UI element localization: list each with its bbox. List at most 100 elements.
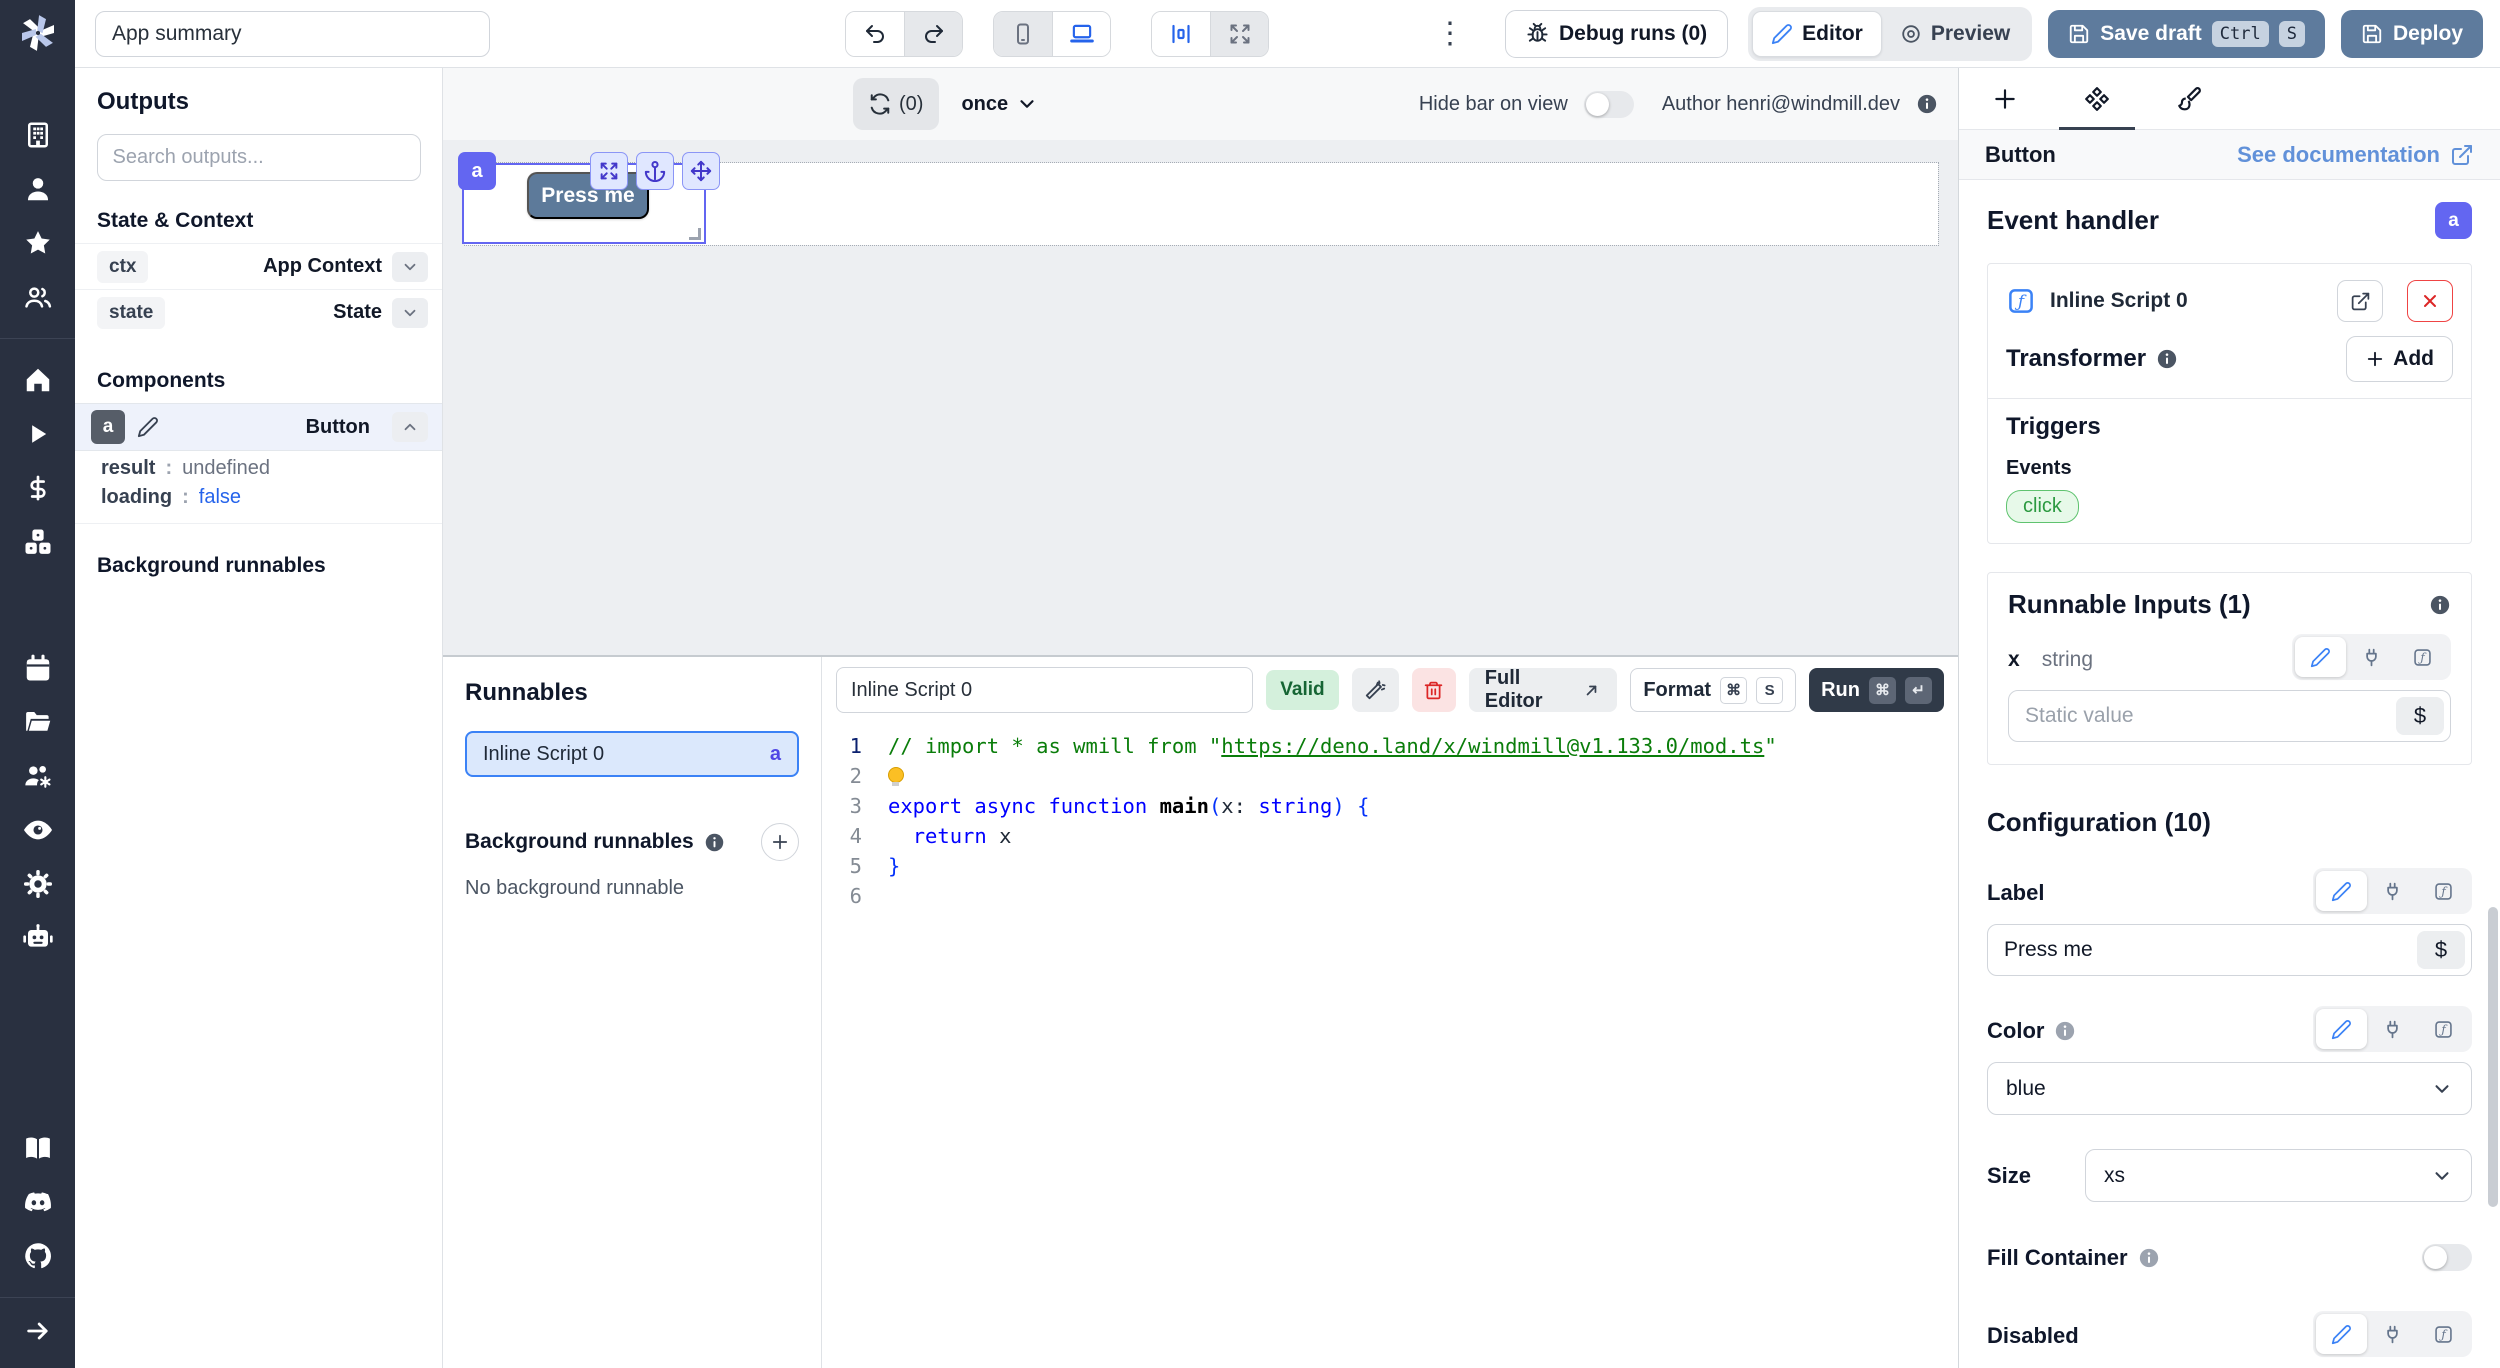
- github-icon[interactable]: [0, 1229, 75, 1283]
- mobile-view-button[interactable]: [994, 12, 1052, 56]
- fill-container-toggle[interactable]: [2422, 1244, 2472, 1271]
- schedule-select[interactable]: once: [961, 93, 1038, 116]
- canvas-column: (0) once Hide bar on view Author henri@w…: [443, 68, 1958, 1368]
- chevron-down-icon[interactable]: [392, 298, 428, 328]
- home-icon[interactable]: [0, 353, 75, 407]
- ctx-row[interactable]: ctx App Context: [75, 243, 442, 289]
- styling-tab[interactable]: [2143, 68, 2235, 129]
- debug-runs-button[interactable]: Debug runs (0): [1505, 10, 1728, 58]
- anchor-handle[interactable]: [636, 152, 674, 190]
- deploy-button[interactable]: Deploy: [2341, 10, 2483, 58]
- refresh-runnables-button[interactable]: (0): [853, 78, 939, 130]
- collapse-sidebar-arrow-icon[interactable]: [0, 1304, 75, 1358]
- component-a-row[interactable]: a Button: [75, 403, 442, 451]
- groups-users-gear-icon[interactable]: [0, 749, 75, 803]
- template-dollar-button[interactable]: $: [2396, 697, 2444, 735]
- runs-play-icon[interactable]: [0, 407, 75, 461]
- component-id-tag[interactable]: a: [458, 152, 496, 190]
- desktop-view-button[interactable]: [1052, 12, 1110, 56]
- compute-mode-button[interactable]: ƒ: [2397, 637, 2448, 677]
- s-key-chip: S: [2279, 21, 2305, 47]
- template-dollar-button[interactable]: $: [2417, 931, 2465, 969]
- static-mode-button[interactable]: [2316, 1314, 2367, 1354]
- editor-tab[interactable]: Editor: [1752, 11, 1882, 57]
- schedules-calendar-icon[interactable]: [0, 641, 75, 695]
- hide-bar-toggle[interactable]: [1584, 91, 1634, 118]
- undo-button[interactable]: [846, 12, 904, 56]
- run-button[interactable]: Run ⌘ ↵: [1809, 668, 1944, 712]
- full-editor-button[interactable]: Full Editor: [1469, 668, 1618, 712]
- redo-button[interactable]: [904, 12, 962, 56]
- settings-gear-icon[interactable]: [0, 857, 75, 911]
- static-mode-button[interactable]: [2316, 871, 2367, 911]
- docs-book-icon[interactable]: [0, 1121, 75, 1175]
- connect-mode-button[interactable]: [2367, 871, 2418, 911]
- configuration-title: Configuration (10): [1987, 807, 2472, 838]
- compute-mode-button[interactable]: ƒ: [2418, 1009, 2469, 1049]
- folders-icon[interactable]: [0, 695, 75, 749]
- pencil-icon[interactable]: [137, 416, 159, 438]
- resources-boxes-icon[interactable]: [0, 515, 75, 569]
- expand-handle[interactable]: [590, 152, 628, 190]
- label-value-input[interactable]: [1987, 924, 2472, 976]
- component-settings-tab[interactable]: [2051, 68, 2143, 129]
- add-transformer-button[interactable]: Add: [2346, 336, 2453, 382]
- preview-tab[interactable]: Preview: [1882, 22, 2028, 46]
- compute-mode-button[interactable]: ƒ: [2418, 871, 2469, 911]
- info-icon[interactable]: [2138, 1247, 2160, 1269]
- code-editor[interactable]: 1// import * as wmill from "https://deno…: [822, 721, 1958, 1368]
- info-icon[interactable]: [2429, 594, 2451, 616]
- compute-mode-button[interactable]: ƒ: [2418, 1314, 2469, 1354]
- open-script-button[interactable]: [2337, 280, 2383, 322]
- color-select[interactable]: blue: [1987, 1062, 2472, 1115]
- info-icon[interactable]: [704, 832, 725, 853]
- move-handle[interactable]: [682, 152, 720, 190]
- delete-script-button[interactable]: [1412, 668, 1456, 712]
- info-icon[interactable]: [1916, 93, 1938, 115]
- center-layout-button[interactable]: [1152, 12, 1210, 56]
- plug-icon: [2382, 1324, 2403, 1345]
- script-component-badge: a: [770, 743, 781, 766]
- app-canvas[interactable]: a Press me: [443, 140, 1958, 655]
- ai-assistant-button[interactable]: [1352, 668, 1399, 712]
- search-outputs-input[interactable]: [97, 134, 421, 181]
- windmill-app-editor: ⋮ Debug runs (0) Editor Preview Save dra…: [0, 0, 2500, 1368]
- press-me-button[interactable]: Press me: [527, 172, 649, 219]
- see-documentation-link[interactable]: See documentation: [2237, 142, 2474, 168]
- resize-handle[interactable]: [689, 228, 701, 240]
- remove-script-button[interactable]: [2407, 280, 2453, 322]
- full-width-layout-button[interactable]: [1210, 12, 1268, 56]
- chevron-down-icon[interactable]: [392, 252, 428, 282]
- save-draft-button[interactable]: Save draft Ctrl S: [2048, 10, 2325, 58]
- workers-robot-icon[interactable]: [0, 911, 75, 965]
- format-button[interactable]: Format ⌘ S: [1630, 668, 1796, 712]
- variables-dollar-icon[interactable]: [0, 461, 75, 515]
- expand-diagonal-icon: [1582, 681, 1601, 700]
- connect-mode-button[interactable]: [2346, 637, 2397, 677]
- workspace-icon[interactable]: [0, 108, 75, 162]
- more-menu-button[interactable]: ⋮: [1425, 19, 1475, 49]
- users-icon[interactable]: [0, 270, 75, 324]
- windmill-logo-icon[interactable]: [19, 14, 57, 52]
- connect-mode-button[interactable]: [2367, 1314, 2418, 1354]
- audit-eye-icon[interactable]: [0, 803, 75, 857]
- inline-script-item[interactable]: Inline Script 0 a: [465, 731, 799, 777]
- scrollbar-thumb[interactable]: [2488, 907, 2498, 1207]
- discord-icon[interactable]: [0, 1175, 75, 1229]
- info-icon[interactable]: [2156, 348, 2178, 370]
- chevron-up-icon[interactable]: [392, 412, 428, 442]
- info-icon[interactable]: [2054, 1020, 2076, 1042]
- favorites-star-icon[interactable]: [0, 216, 75, 270]
- app-summary-input[interactable]: [95, 11, 490, 57]
- static-mode-button[interactable]: [2295, 637, 2346, 677]
- static-value-input[interactable]: [2008, 690, 2451, 742]
- state-row[interactable]: state State: [75, 289, 442, 335]
- static-mode-button[interactable]: [2316, 1009, 2367, 1049]
- add-background-runnable-button[interactable]: [761, 823, 799, 861]
- connect-mode-button[interactable]: [2367, 1009, 2418, 1049]
- size-select[interactable]: xs: [2085, 1149, 2472, 1202]
- triggers-title: Triggers: [2006, 413, 2453, 441]
- user-icon[interactable]: [0, 162, 75, 216]
- script-name-input[interactable]: [836, 667, 1253, 713]
- insert-component-tab[interactable]: [1959, 68, 2051, 129]
